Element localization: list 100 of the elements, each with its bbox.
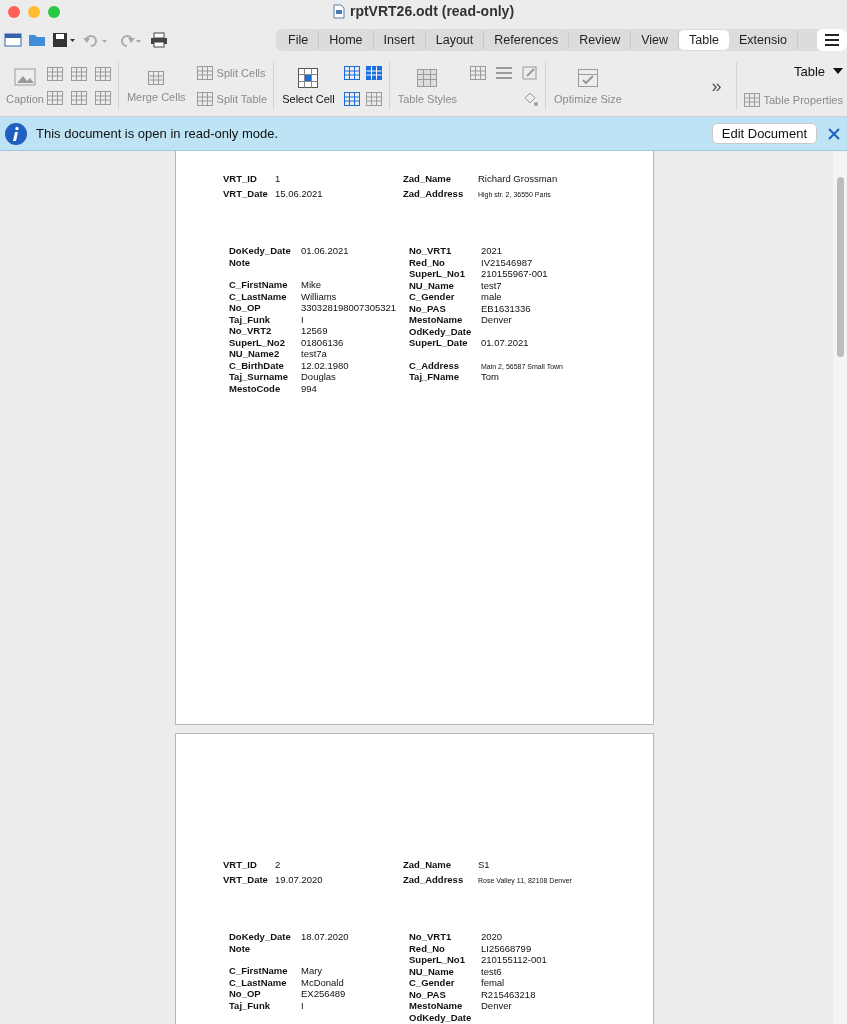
field-value: 01806136 xyxy=(301,336,344,348)
more-button[interactable]: » xyxy=(703,75,730,97)
minimize-button[interactable] xyxy=(28,6,40,18)
field-value: 18.07.2020 xyxy=(301,931,349,942)
field-label: OdKedy_Date xyxy=(409,325,473,337)
ribbon-tab[interactable]: Extensio xyxy=(729,30,798,50)
info-icon xyxy=(4,121,28,146)
field-label: Zad_Name xyxy=(403,859,453,870)
field-value: 12569 xyxy=(301,325,328,336)
merge-cells-icon xyxy=(147,69,166,87)
caret-icon xyxy=(833,68,843,74)
field-label: No_PAS xyxy=(409,988,447,1000)
field-label: C_LastName xyxy=(229,290,288,302)
field-value: Denver xyxy=(481,1000,512,1011)
field-value: LI25668799 xyxy=(481,942,532,954)
field-value: test7 xyxy=(481,279,502,291)
ribbon-tab[interactable]: Layout xyxy=(425,30,485,50)
table-menu-dropdown[interactable]: Table xyxy=(793,63,843,79)
field-value: Douglas xyxy=(301,371,336,382)
border-color-icon[interactable] xyxy=(521,64,540,82)
field-label: No_VRT1 xyxy=(409,931,453,942)
field-value: 01.06.2021 xyxy=(301,245,349,256)
field-value: McDonald xyxy=(301,976,344,988)
field-value: 19.07.2020 xyxy=(275,874,323,885)
ribbon-tab[interactable]: Insert xyxy=(373,30,426,50)
close-icon[interactable] xyxy=(825,126,843,141)
select-cell-icon xyxy=(297,67,320,89)
edit-document-button[interactable]: Edit Document xyxy=(711,123,817,144)
field-label: Taj_Funk xyxy=(229,313,271,325)
field-value: S1 xyxy=(478,859,490,870)
ribbon-tab[interactable]: Review xyxy=(569,30,632,50)
close-window-button[interactable] xyxy=(8,6,20,18)
field-value: 330328198007305321 xyxy=(301,302,397,313)
table-properties-icon xyxy=(742,90,761,109)
scrollbar[interactable] xyxy=(833,151,847,1024)
field-value: 2021 xyxy=(481,245,503,256)
select-cell-button[interactable]: Select Cell xyxy=(280,67,337,105)
split-table-icon xyxy=(195,90,214,108)
field-label: No_OP xyxy=(229,988,262,999)
field-value: 210155967-001 xyxy=(481,268,548,279)
split-cells-icon xyxy=(195,64,214,82)
window-title: rptVRT26.odt (read-only) xyxy=(349,3,515,19)
undo-icon[interactable] xyxy=(82,32,110,48)
save-icon[interactable] xyxy=(52,32,76,48)
border-style-icon[interactable] xyxy=(495,64,514,82)
field-label: Zad_Address xyxy=(403,874,465,885)
field-value: 2 xyxy=(275,859,281,870)
field-value: EX256489 xyxy=(301,988,346,999)
borders-grid-icon xyxy=(469,64,488,82)
sidebar-icon[interactable] xyxy=(4,32,22,48)
field-label: Taj_FName xyxy=(409,371,460,382)
field-value: IV21546987 xyxy=(481,256,533,268)
field-label: NU_Name xyxy=(409,279,455,291)
field-value: I xyxy=(301,999,304,1011)
menu-icon[interactable] xyxy=(817,29,847,51)
field-label: SuperL_No2 xyxy=(229,336,286,348)
field-label: VRT_Date xyxy=(223,188,269,199)
select-row-icon[interactable] xyxy=(342,90,361,108)
lines-icon xyxy=(495,64,514,82)
field-label: SuperL_No1 xyxy=(409,954,466,965)
field-label: VRT_Date xyxy=(223,874,269,885)
optimize-icon xyxy=(577,67,599,89)
field-label: No_OP xyxy=(229,302,262,313)
field-label: Note xyxy=(229,256,252,268)
field-label: No_VRT2 xyxy=(229,325,273,336)
field-value: 15.06.2021 xyxy=(275,188,323,199)
folder-icon[interactable] xyxy=(28,32,46,48)
field-label: SuperL_Date xyxy=(409,337,469,348)
field-value: I xyxy=(301,313,304,325)
field-value: 1 xyxy=(275,173,281,184)
field-label: Zad_Name xyxy=(403,173,453,184)
field-value: EB1631336 xyxy=(481,302,531,314)
zoom-button[interactable] xyxy=(48,6,60,18)
field-value: test7a xyxy=(301,348,327,359)
ribbon-tab[interactable]: Table xyxy=(679,30,729,50)
field-label: Taj_Surname xyxy=(229,371,289,382)
field-value: 994 xyxy=(301,382,317,394)
ribbon-tab[interactable]: Home xyxy=(319,30,374,50)
ribbon-tab[interactable]: File xyxy=(278,30,320,50)
field-label: NU_Name xyxy=(409,965,455,977)
field-label: Zad_Address xyxy=(403,188,465,199)
field-value: male xyxy=(481,291,502,302)
document-icon xyxy=(332,3,345,19)
field-value: Tom xyxy=(481,371,499,382)
field-label: SuperL_No1 xyxy=(409,268,466,279)
field-label: MestoName xyxy=(409,314,464,325)
field-label: C_Gender xyxy=(409,291,456,302)
field-value: test6 xyxy=(481,965,502,977)
select-table-icon[interactable] xyxy=(364,64,383,82)
borders-icon[interactable] xyxy=(469,64,488,82)
field-label: C_BirthDate xyxy=(229,359,285,371)
print-icon[interactable] xyxy=(150,32,168,48)
field-label: C_Address xyxy=(409,359,461,371)
select-column-icon[interactable] xyxy=(342,64,361,82)
field-label: C_FirstName xyxy=(229,965,289,976)
ribbon-tab[interactable]: References xyxy=(484,30,570,50)
field-label: No_PAS xyxy=(409,302,447,314)
field-value: R215463218 xyxy=(481,988,536,1000)
field-label: No_VRT1 xyxy=(409,245,453,256)
field-label: DoKedy_Date xyxy=(229,931,292,942)
